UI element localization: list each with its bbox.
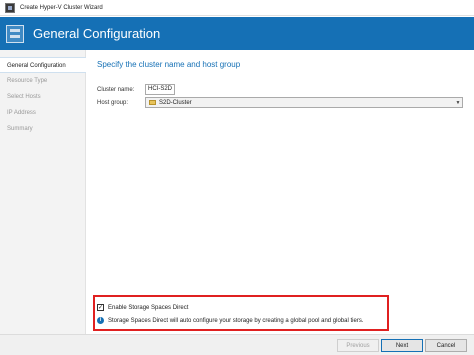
cluster-name-input[interactable]: HCI-S2D [145, 84, 175, 95]
sidebar-item-general-configuration[interactable]: General Configuration [0, 57, 86, 73]
enable-storage-spaces-direct-label[interactable]: Enable Storage Spaces Direct [108, 305, 188, 311]
cluster-icon [6, 24, 24, 43]
highlight-box [93, 295, 389, 331]
enable-storage-spaces-direct-checkbox[interactable]: ✓ [97, 304, 104, 311]
chevron-down-icon[interactable]: ▼ [454, 98, 462, 107]
storage-info-text: Storage Spaces Direct will auto configur… [108, 317, 364, 324]
folder-icon [149, 100, 156, 105]
info-icon: i [97, 317, 104, 324]
page-title: General Configuration [33, 26, 161, 41]
sidebar-item-ip-address[interactable]: IP Address [0, 105, 85, 121]
host-group-value: S2D-Cluster [159, 99, 192, 106]
sidebar-item-resource-type[interactable]: Resource Type [0, 73, 85, 89]
title-bar: Create Hyper-V Cluster Wizard [0, 0, 474, 16]
host-group-label: Host group: [97, 100, 129, 106]
cancel-button[interactable]: Cancel [425, 339, 467, 352]
wizard-steps-sidebar: General Configuration Resource Type Sele… [0, 50, 86, 334]
storage-info-row: i Storage Spaces Direct will auto config… [97, 317, 363, 324]
main-content: Specify the cluster name and host group … [87, 50, 474, 334]
previous-button[interactable]: Previous [337, 339, 379, 352]
app-icon [5, 2, 15, 13]
cluster-name-label: Cluster name: [97, 87, 135, 93]
sidebar-item-summary[interactable]: Summary [0, 121, 85, 137]
wizard-footer: Previous Next Cancel [0, 334, 474, 355]
section-heading: Specify the cluster name and host group [97, 60, 241, 69]
host-group-select[interactable]: S2D-Cluster ▼ [145, 97, 463, 108]
page-banner: General Configuration [0, 17, 474, 50]
sidebar-item-select-hosts[interactable]: Select Hosts [0, 89, 85, 105]
storage-spaces-direct-option: ✓ Enable Storage Spaces Direct [97, 304, 188, 311]
window-title: Create Hyper-V Cluster Wizard [20, 4, 103, 11]
next-button[interactable]: Next [381, 339, 423, 352]
